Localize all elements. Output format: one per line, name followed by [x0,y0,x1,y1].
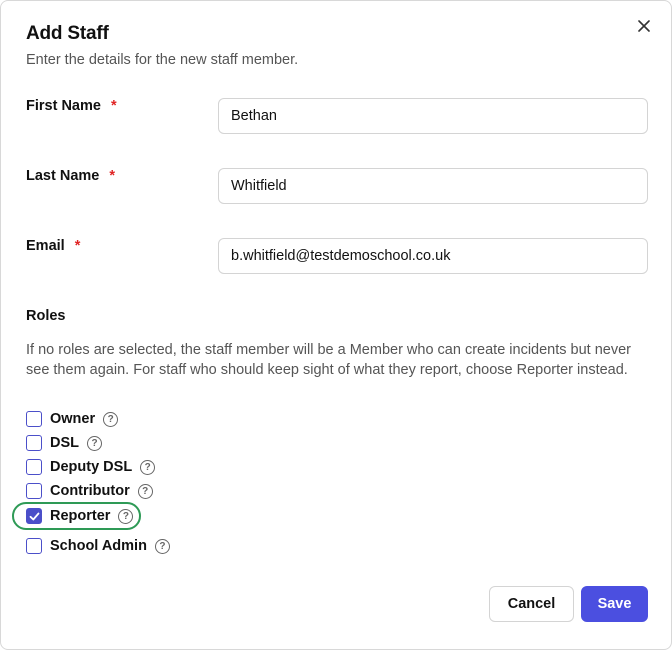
role-dsl[interactable]: DSL ? [26,433,102,453]
first-name-input[interactable] [218,98,648,134]
role-owner[interactable]: Owner ? [26,409,119,429]
required-asterisk: * [74,238,81,254]
help-circle-icon[interactable]: ? [118,508,134,524]
dialog-subtitle: Enter the details for the new staff memb… [26,52,299,68]
role-contributor-checkbox[interactable] [26,483,42,499]
role-reporter-checkbox[interactable] [26,508,42,524]
role-contributor[interactable]: Contributor ? [26,481,153,501]
role-school-admin[interactable]: School Admin ? [26,536,170,556]
email-label: Email * [26,238,80,254]
add-staff-dialog: Add Staff Enter the details for the new … [0,0,672,650]
role-dsl-label: DSL [50,435,79,451]
help-circle-icon[interactable]: ? [140,459,156,475]
roles-heading: Roles [26,308,66,324]
role-reporter[interactable]: Reporter ? [26,506,134,526]
close-button[interactable] [633,15,655,37]
dialog-title: Add Staff [26,23,109,44]
help-circle-icon[interactable]: ? [103,411,119,427]
role-deputy-dsl[interactable]: Deputy DSL ? [26,457,156,477]
check-icon [29,512,39,520]
role-owner-label: Owner [50,411,96,427]
help-circle-icon[interactable]: ? [87,435,102,451]
role-deputy-dsl-label: Deputy DSL [50,459,133,475]
email-label-text: Email [26,238,65,254]
close-icon [638,20,650,32]
last-name-label-text: Last Name [26,168,100,184]
role-school-admin-checkbox[interactable] [26,538,42,554]
role-school-admin-label: School Admin [50,538,147,554]
role-reporter-label: Reporter [50,508,111,524]
role-owner-checkbox[interactable] [26,411,42,427]
role-contributor-label: Contributor [50,483,130,499]
roles-help-text: If no roles are selected, the staff memb… [26,342,632,378]
first-name-label-text: First Name [26,98,101,114]
last-name-input[interactable] [218,168,648,204]
last-name-label: Last Name * [26,168,115,184]
role-dsl-checkbox[interactable] [26,435,42,451]
required-asterisk: * [109,168,115,184]
save-button[interactable]: Save [581,586,648,622]
help-circle-icon[interactable]: ? [154,538,170,554]
help-circle-icon[interactable]: ? [137,483,153,499]
role-deputy-dsl-checkbox[interactable] [26,459,42,475]
email-input[interactable] [218,238,648,274]
first-name-label: First Name * [26,98,117,114]
cancel-button[interactable]: Cancel [489,586,574,622]
required-asterisk: * [110,98,117,114]
